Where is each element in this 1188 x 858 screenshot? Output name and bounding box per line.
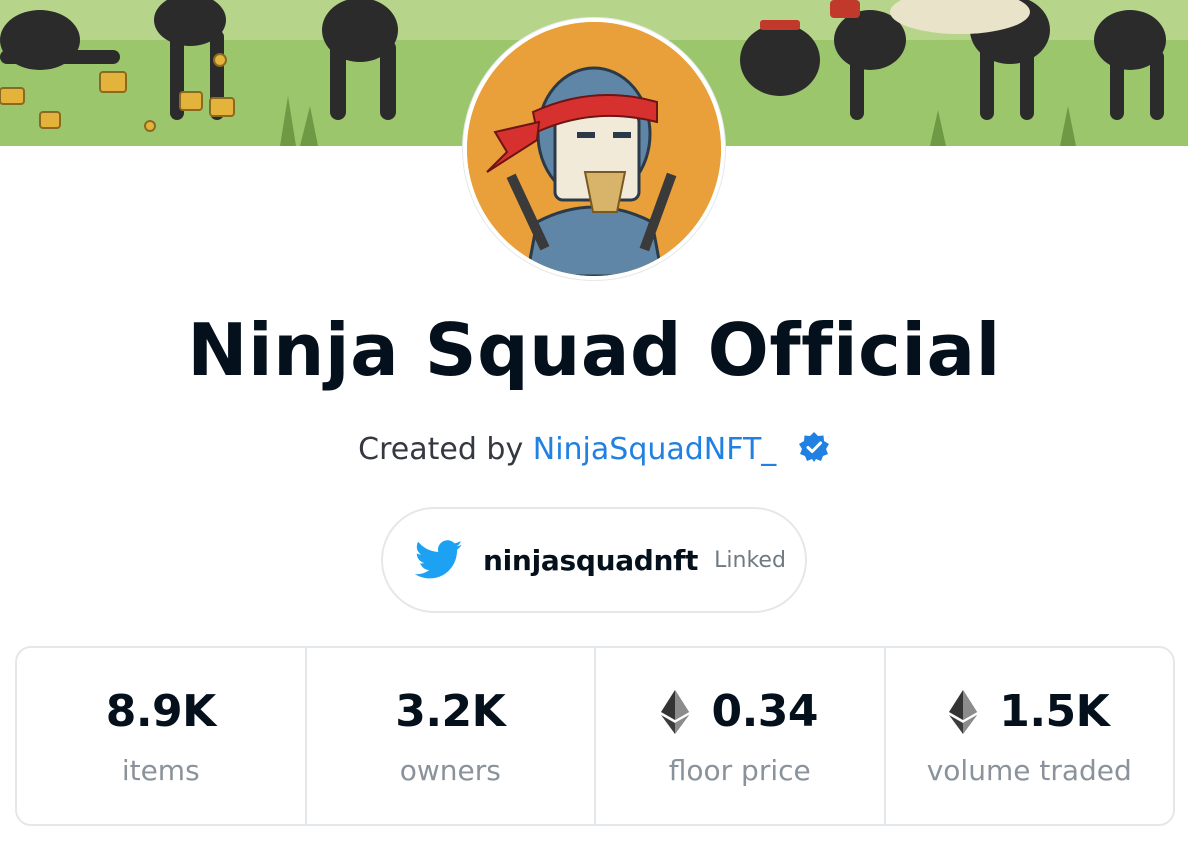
twitter-link-pill[interactable]: ninjasquadnft Linked bbox=[381, 507, 807, 613]
linked-status: Linked bbox=[714, 547, 786, 573]
stat-volume-traded-label: volume traded bbox=[926, 754, 1132, 787]
collection-stats: 8.9K items 3.2K owners 0.34 floor price bbox=[15, 646, 1175, 826]
creator-line: Created by NinjaSquadNFT_ bbox=[0, 430, 1188, 470]
twitter-icon bbox=[414, 540, 463, 580]
created-by-prefix: Created by bbox=[358, 432, 524, 467]
stat-floor-price-value: 0.34 bbox=[711, 686, 819, 737]
stat-volume-traded-value: 1.5K bbox=[999, 686, 1110, 737]
creator-link[interactable]: NinjaSquadNFT_ bbox=[533, 432, 777, 467]
twitter-handle: ninjasquadnft bbox=[483, 543, 699, 577]
collection-title: Ninja Squad Official bbox=[187, 308, 1001, 392]
stat-items[interactable]: 8.9K items bbox=[17, 648, 307, 824]
stat-owners-value: 3.2K bbox=[395, 686, 506, 737]
ethereum-icon bbox=[661, 690, 690, 734]
stat-items-value: 8.9K bbox=[105, 686, 217, 737]
ethereum-icon bbox=[949, 690, 978, 734]
stat-owners[interactable]: 3.2K owners bbox=[307, 648, 596, 824]
collection-avatar bbox=[463, 18, 725, 280]
stat-owners-label: owners bbox=[399, 754, 501, 787]
stat-floor-price-label: floor price bbox=[668, 754, 811, 787]
stat-volume-traded[interactable]: 1.5K volume traded bbox=[886, 648, 1174, 824]
verified-badge-icon bbox=[798, 431, 830, 463]
stat-items-label: items bbox=[121, 754, 200, 787]
stat-floor-price[interactable]: 0.34 floor price bbox=[596, 648, 886, 824]
